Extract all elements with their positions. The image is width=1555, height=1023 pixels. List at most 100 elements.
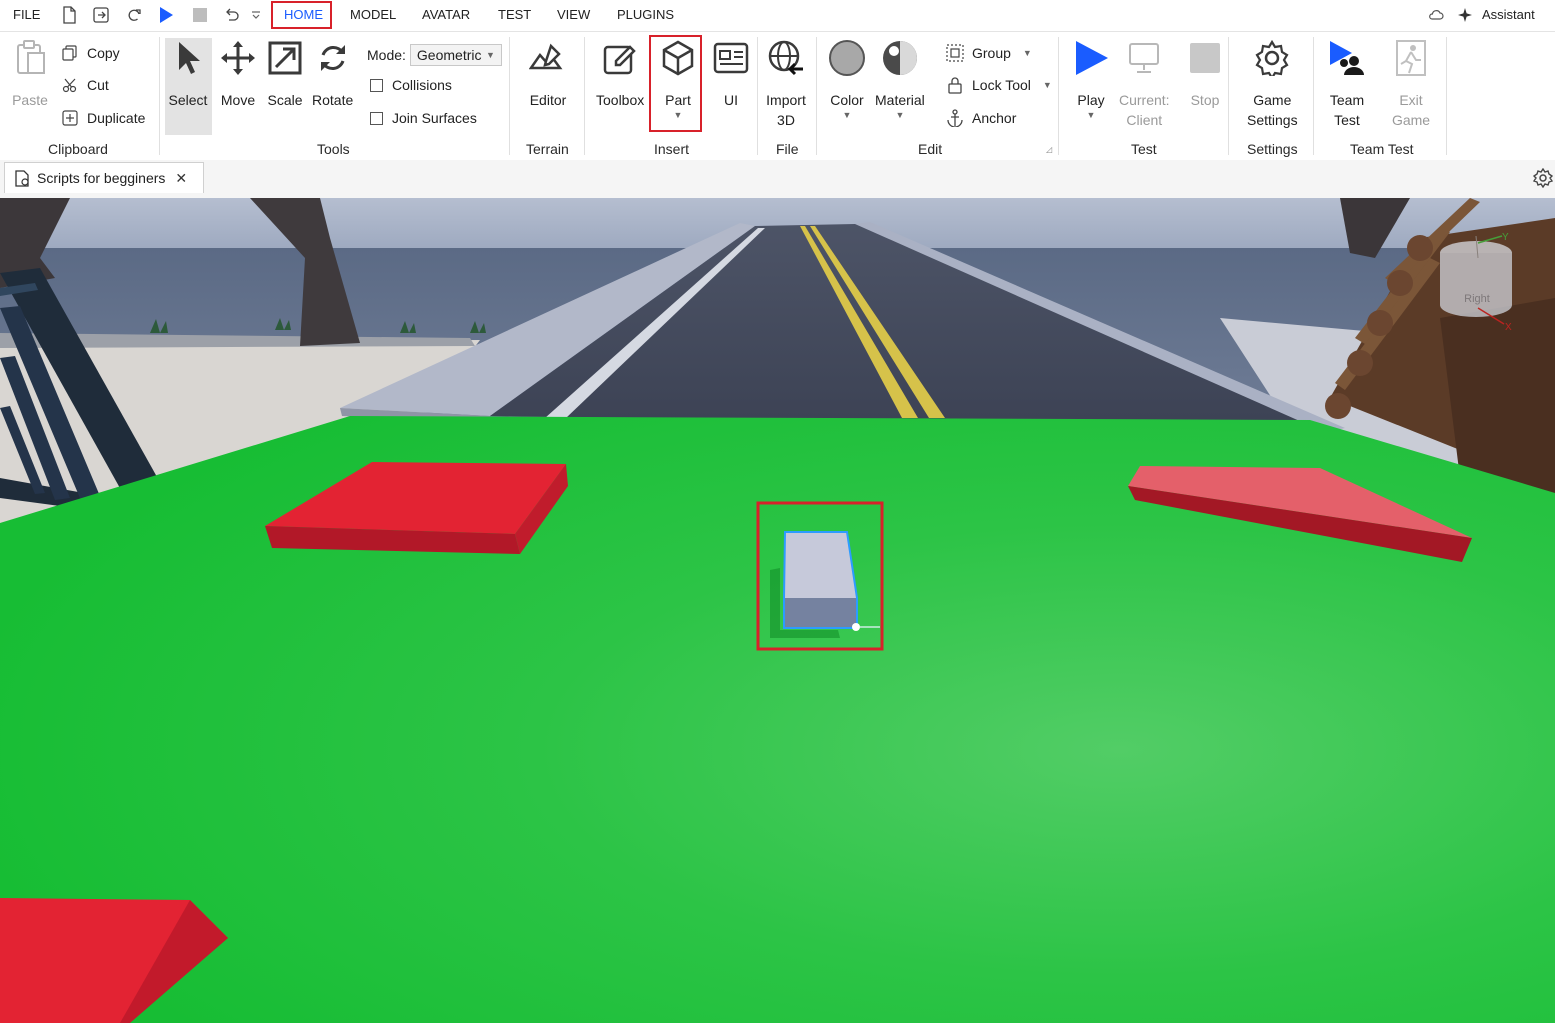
- menu-tab-plugins[interactable]: PLUGINS: [617, 7, 674, 22]
- paste-button[interactable]: Paste: [10, 38, 50, 110]
- assistant-button[interactable]: Assistant: [1482, 7, 1535, 22]
- color-swatch-icon: [827, 38, 867, 78]
- copy-icon: [61, 44, 79, 62]
- menu-tab-view[interactable]: VIEW: [557, 7, 590, 22]
- ribbon: Paste Copy Cut Duplicate Clipboard Selec…: [0, 32, 1555, 161]
- menu-bar: FILE HOME MODEL AVATAR TEST VIEW PLUGINS…: [0, 0, 1555, 32]
- join-surfaces-toggle[interactable]: Join Surfaces: [370, 110, 477, 126]
- expand-corner-icon[interactable]: ◿: [1046, 145, 1052, 154]
- mode-selector: Mode: Geometric ▼: [367, 44, 502, 66]
- move-tool-button[interactable]: Move: [218, 38, 258, 110]
- rotate-tool-button[interactable]: Rotate: [312, 38, 353, 110]
- collisions-checkbox[interactable]: [370, 78, 383, 92]
- play-icon[interactable]: [156, 5, 176, 25]
- toolbox-icon: [600, 38, 640, 78]
- anchor-icon: [946, 109, 964, 127]
- menu-tab-avatar[interactable]: AVATAR: [422, 7, 470, 22]
- duplicate-button[interactable]: Duplicate: [61, 109, 145, 127]
- stop-button[interactable]: Stop: [1185, 38, 1225, 110]
- game-settings-button[interactable]: Game Settings: [1247, 38, 1298, 130]
- menu-tab-test[interactable]: TEST: [498, 7, 531, 22]
- group-divider: [159, 37, 160, 155]
- close-icon[interactable]: ✕: [175, 170, 187, 187]
- scale-icon: [265, 38, 305, 78]
- move-arrows-icon: [218, 38, 258, 78]
- group-button[interactable]: Group ▼: [946, 44, 1032, 62]
- viewport-scene[interactable]: Right Y X: [0, 198, 1555, 1023]
- part-button-highlight: [649, 35, 702, 132]
- view-cube-face-label: Right: [1464, 293, 1490, 305]
- duplicate-icon: [61, 109, 79, 127]
- import-3d-button[interactable]: Import 3D: [766, 38, 806, 130]
- team-test-group-label: Team Test: [1350, 141, 1414, 157]
- chevron-down-icon[interactable]: ▼: [843, 110, 852, 120]
- chevron-down-icon[interactable]: ▼: [895, 110, 904, 120]
- document-tab-title: Scripts for begginers: [37, 170, 166, 186]
- document-tab[interactable]: Scripts for begginers ✕: [4, 162, 204, 193]
- settings-gear-icon[interactable]: [1532, 167, 1554, 191]
- lock-tool-button[interactable]: Lock Tool ▼: [946, 76, 1052, 94]
- undo-icon[interactable]: [221, 5, 241, 25]
- terrain-editor-icon: [528, 38, 568, 78]
- cut-button[interactable]: Cut: [61, 76, 109, 94]
- select-tool-button[interactable]: Select: [168, 38, 208, 110]
- chevron-down-icon[interactable]: ▼: [1043, 80, 1052, 90]
- play-button[interactable]: Play ▼: [1071, 38, 1111, 120]
- insert-ui-button[interactable]: UI: [711, 38, 751, 110]
- group-divider: [1228, 37, 1229, 155]
- scissors-icon: [61, 76, 79, 94]
- exit-game-button[interactable]: Exit Game: [1391, 38, 1431, 130]
- toolbox-button[interactable]: Toolbox: [596, 38, 644, 110]
- monitor-icon: [1124, 38, 1164, 78]
- clipboard-group-label: Clipboard: [48, 141, 108, 157]
- group-divider: [757, 37, 758, 155]
- assistant-sparkle-icon[interactable]: [1455, 5, 1475, 25]
- axis-x-label: X: [1505, 322, 1512, 333]
- copy-button[interactable]: Copy: [61, 44, 120, 62]
- settings-group-label: Settings: [1247, 141, 1298, 157]
- new-file-icon[interactable]: [59, 5, 79, 25]
- terrain-editor-button[interactable]: Editor: [528, 38, 568, 110]
- home-tab-highlight: [271, 1, 332, 29]
- script-document-icon: [15, 169, 31, 187]
- cursor-arrow-icon: [168, 38, 208, 78]
- chevron-down-icon[interactable]: ▼: [1087, 110, 1096, 120]
- chevron-down-icon[interactable]: ▼: [1023, 48, 1032, 58]
- group-divider: [1446, 37, 1447, 155]
- team-test-button[interactable]: Team Test: [1327, 38, 1367, 130]
- group-divider: [816, 37, 817, 155]
- stop-icon: [1185, 38, 1225, 78]
- gear-icon: [1252, 38, 1292, 78]
- edit-group-label: Edit: [918, 141, 943, 157]
- join-surfaces-checkbox[interactable]: [370, 111, 383, 125]
- play-icon: [1071, 38, 1111, 78]
- group-divider: [509, 37, 510, 155]
- group-icon: [946, 44, 964, 62]
- team-test-icon: [1327, 38, 1367, 78]
- scale-tool-button[interactable]: Scale: [265, 38, 305, 110]
- globe-import-icon: [766, 38, 806, 78]
- terrain-group-label: Terrain: [526, 141, 569, 157]
- mode-dropdown[interactable]: Geometric ▼: [409, 44, 502, 66]
- anchor-button[interactable]: Anchor: [946, 109, 1016, 127]
- group-divider: [1058, 37, 1059, 155]
- color-button[interactable]: Color ▼: [827, 38, 867, 120]
- test-group-label: Test: [1131, 141, 1157, 157]
- menu-tab-model[interactable]: MODEL: [350, 7, 396, 22]
- file-group-label: File: [776, 141, 799, 157]
- quick-access-dropdown-icon[interactable]: [249, 5, 263, 25]
- 3d-viewport[interactable]: Right Y X: [0, 198, 1555, 1023]
- axis-y-label: Y: [1502, 232, 1509, 243]
- rotate-icon: [313, 38, 353, 78]
- material-button[interactable]: Material ▼: [875, 38, 925, 120]
- material-sphere-icon: [880, 38, 920, 78]
- collisions-toggle[interactable]: Collisions: [370, 77, 452, 93]
- current-client-button[interactable]: Current: Client: [1119, 38, 1170, 130]
- cloud-icon[interactable]: [1426, 5, 1446, 25]
- scale-handle[interactable]: [852, 623, 860, 631]
- publish-icon[interactable]: [91, 5, 111, 25]
- redo-arrow-icon[interactable]: [124, 5, 144, 25]
- stop-icon[interactable]: [190, 5, 210, 25]
- insert-group-label: Insert: [654, 141, 690, 157]
- menu-file[interactable]: FILE: [13, 7, 40, 22]
